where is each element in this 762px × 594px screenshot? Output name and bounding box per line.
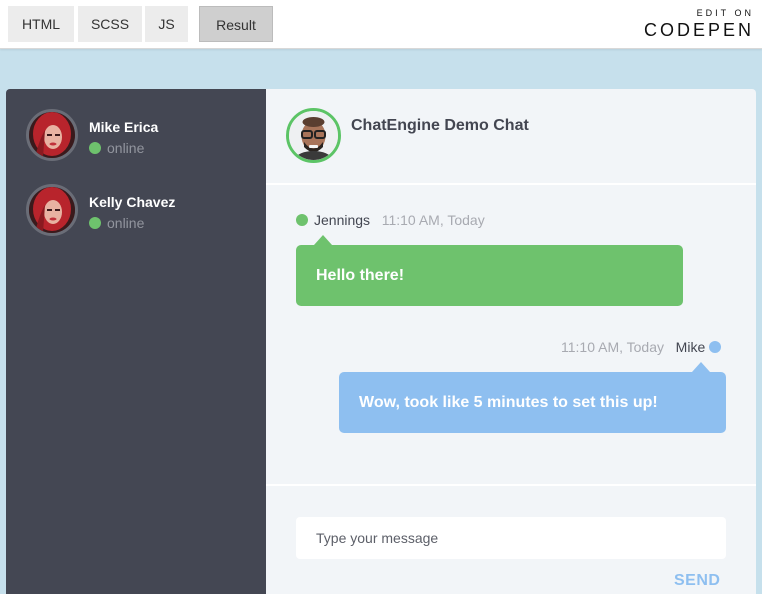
tab-scss[interactable]: SCSS <box>78 6 142 42</box>
status-text: online <box>107 140 145 156</box>
person-status: online <box>89 140 144 156</box>
tab-js[interactable]: JS <box>145 6 188 42</box>
online-status-icon <box>296 214 308 226</box>
message-bubble-outgoing: Wow, took like 5 minutes to set this up! <box>339 372 726 433</box>
chat-header: ChatEngine Demo Chat <box>266 89 756 185</box>
chat-panel: ChatEngine Demo Chat Jennings 11:10 AM, … <box>266 89 756 594</box>
chat-composer: SEND <box>266 484 756 594</box>
online-status-icon <box>89 142 101 154</box>
message-input[interactable] <box>296 517 726 559</box>
user-status-icon <box>709 341 722 353</box>
message-time: 11:10 AM, Today <box>381 212 485 228</box>
codepen-topbar: HTML SCSS JS Result EDIT ON CODEPEN <box>0 0 762 49</box>
edit-on-codepen-link[interactable]: EDIT ON CODEPEN <box>644 8 754 41</box>
person-status: online <box>89 215 144 231</box>
chat-avatar <box>286 108 341 163</box>
message-bubble-incoming: Hello there! <box>296 245 683 306</box>
message-sender: Mike <box>675 339 706 355</box>
bubble-pointer <box>692 362 710 372</box>
person-name: Kelly Chavez <box>89 194 176 210</box>
message-meta-incoming: Jennings 11:10 AM, Today <box>296 212 485 228</box>
tab-html[interactable]: HTML <box>8 6 74 42</box>
chat-title: ChatEngine Demo Chat <box>351 117 529 134</box>
chat-app: Mike Erica online Kelly Chavez online Ch… <box>6 89 756 594</box>
message-time: 11:10 AM, Today <box>561 339 664 355</box>
message-sender: Jennings <box>314 212 371 228</box>
people-list: Mike Erica online Kelly Chavez online <box>6 89 266 594</box>
codepen-logo: CODEPEN <box>643 20 754 40</box>
brand-edit-on: EDIT ON <box>696 8 754 18</box>
user-avatar <box>26 184 78 236</box>
tab-result[interactable]: Result <box>199 6 273 42</box>
status-text: online <box>107 215 145 231</box>
online-status-icon <box>89 217 101 229</box>
people-item-kelly-chavez[interactable]: Kelly Chavez online <box>26 184 256 236</box>
user-avatar <box>26 109 78 161</box>
person-name: Mike Erica <box>89 119 159 135</box>
send-button[interactable]: SEND <box>674 572 720 590</box>
message-meta-outgoing: 11:10 AM, Today Mike <box>561 339 722 355</box>
people-item-mike-erica[interactable]: Mike Erica online <box>26 109 256 161</box>
bubble-pointer <box>314 235 332 245</box>
